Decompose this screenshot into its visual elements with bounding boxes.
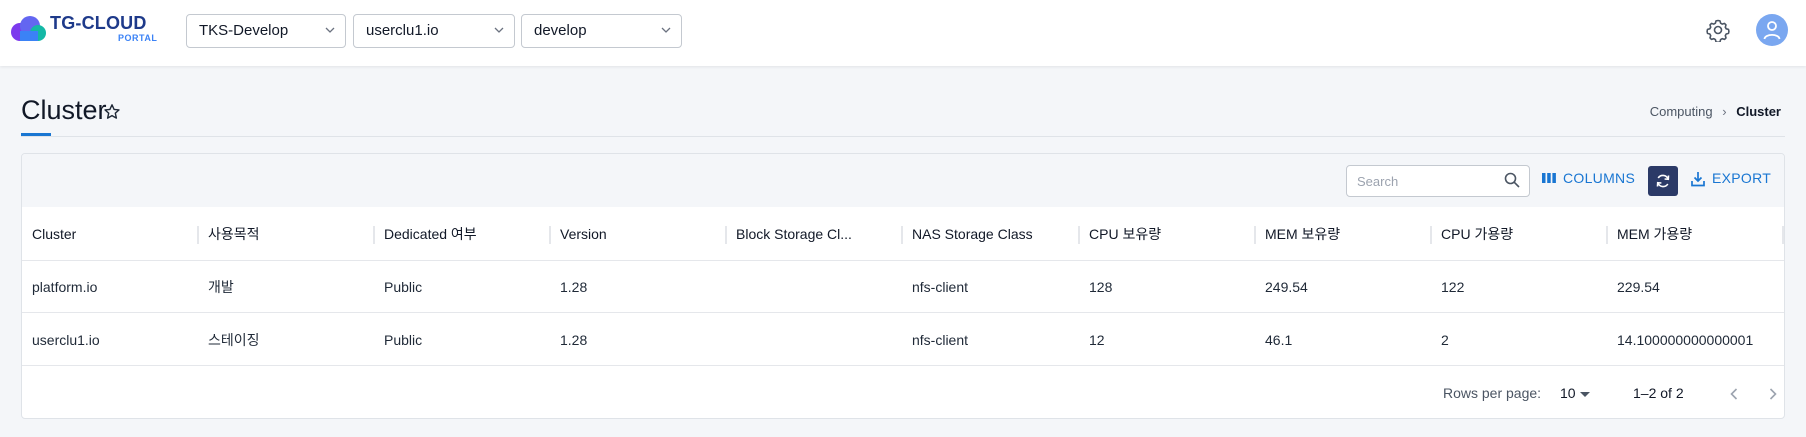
column-header-cpu-capacity[interactable]: CPU 보유량 [1089,207,1161,261]
cell-purpose: 스테이징 [208,332,260,348]
column-header-cpu-available[interactable]: CPU 가용량 [1441,207,1513,261]
column-resize-handle[interactable] [1078,226,1080,244]
pagination-range: 1–2 of 2 [1633,385,1684,401]
breadcrumb-item-computing[interactable]: Computing [1650,104,1713,119]
column-resize-handle[interactable] [901,226,903,244]
breadcrumb: Computing › Cluster [1650,104,1781,119]
cell-mem-available: 229.54 [1617,279,1660,295]
table-row[interactable]: platform.io 개발 Public 1.28 nfs-client 12… [22,261,1784,313]
export-button[interactable]: EXPORT [1690,170,1780,190]
download-icon [1691,172,1705,187]
cell-cpu-available: 122 [1441,279,1465,295]
cell-block-storage-class [736,314,864,366]
column-resize-handle[interactable] [1782,226,1784,244]
cell-mem-capacity: 249.54 [1265,279,1308,295]
column-header-mem-capacity[interactable]: MEM 보유량 [1265,207,1340,261]
user-icon [1763,21,1781,40]
search-icon [1504,172,1520,188]
next-page-icon[interactable] [1762,383,1784,405]
previous-page-icon[interactable] [1723,383,1745,405]
caret-down-icon [1580,392,1590,397]
column-header-cluster[interactable]: Cluster [32,207,76,261]
cell-nas-storage-class: nfs-client [912,279,969,295]
star-icon[interactable] [103,103,121,121]
chevron-down-icon [494,27,504,33]
organization-select-value: TKS-Develop [199,22,289,39]
brand-sub: PORTAL [118,33,158,43]
chevron-right-icon: › [1722,104,1727,119]
gear-icon[interactable] [1706,18,1730,42]
columns-button-label: COLUMNS [1563,170,1636,186]
column-resize-handle[interactable] [1430,226,1432,244]
top-bar: TG-CLOUD PORTAL TKS-Develop userclu1.io … [0,0,1806,66]
title-divider [21,136,1785,137]
column-header-dedicated[interactable]: Dedicated 여부 [384,207,477,261]
column-resize-handle[interactable] [725,226,727,244]
column-resize-handle[interactable] [197,226,199,244]
column-header-mem-available[interactable]: MEM 가용량 [1617,207,1692,261]
refresh-icon [1656,174,1670,188]
rows-per-page-select[interactable]: 10 [1560,385,1600,405]
chevron-down-icon [325,27,335,33]
rows-per-page-label: Rows per page: [1443,385,1542,401]
project-select-value: develop [534,22,587,39]
table-row[interactable]: userclu1.io 스테이징 Public 1.28 nfs-client … [22,314,1784,366]
export-button-label: EXPORT [1712,170,1772,186]
rows-per-page-value: 10 [1560,385,1576,401]
table-header: Cluster 사용목적 Dedicated 여부 Version Block … [22,207,1784,261]
column-header-version[interactable]: Version [560,207,607,261]
column-resize-handle[interactable] [373,226,375,244]
cell-cpu-capacity: 12 [1089,332,1105,348]
organization-select[interactable]: TKS-Develop [186,14,346,48]
table-toolbar: COLUMNS EXPORT [22,154,1784,207]
brand-name: TG-CLOUD [50,13,147,33]
column-resize-handle[interactable] [549,226,551,244]
cell-dedicated: Public [384,332,423,348]
logo[interactable]: TG-CLOUD PORTAL [10,13,160,47]
column-header-purpose[interactable]: 사용목적 [208,207,260,261]
chevron-down-icon [661,27,671,33]
columns-button[interactable]: COLUMNS [1541,170,1641,190]
column-header-nas-storage-class[interactable]: NAS Storage Class [912,207,1033,261]
cell-purpose: 개발 [208,279,234,295]
cell-mem-capacity: 46.1 [1265,332,1293,348]
cell-block-storage-class [736,261,864,313]
cell-cluster: platform.io [32,279,98,295]
cell-nas-storage-class: nfs-client [912,332,969,348]
cell-version: 1.28 [560,279,588,295]
column-resize-handle[interactable] [1606,226,1608,244]
cell-dedicated: Public [384,279,423,295]
cell-cluster: userclu1.io [32,332,100,348]
cell-mem-available: 14.100000000000001 [1617,332,1754,348]
columns-icon [1542,173,1556,183]
breadcrumb-item-current: Cluster [1736,104,1781,119]
cell-cpu-capacity: 128 [1089,279,1113,295]
cluster-table-card: COLUMNS EXPORT Cluster 사용목적 Dedicated 여부 [21,153,1785,419]
column-header-block-storage-class[interactable]: Block Storage Cl... [736,207,864,261]
cell-cpu-available: 2 [1441,332,1449,348]
column-resize-handle[interactable] [1254,226,1256,244]
search-input[interactable] [1346,165,1530,197]
cell-version: 1.28 [560,332,588,348]
project-select[interactable]: develop [521,14,682,48]
refresh-button[interactable] [1648,166,1678,196]
cluster-select-value: userclu1.io [366,22,439,39]
table-pagination: Rows per page: 10 1–2 of 2 [22,367,1784,418]
cloud-logo-icon [11,16,46,41]
cluster-select[interactable]: userclu1.io [353,14,515,48]
page-title: Cluster [21,95,107,125]
user-avatar[interactable] [1756,14,1788,46]
